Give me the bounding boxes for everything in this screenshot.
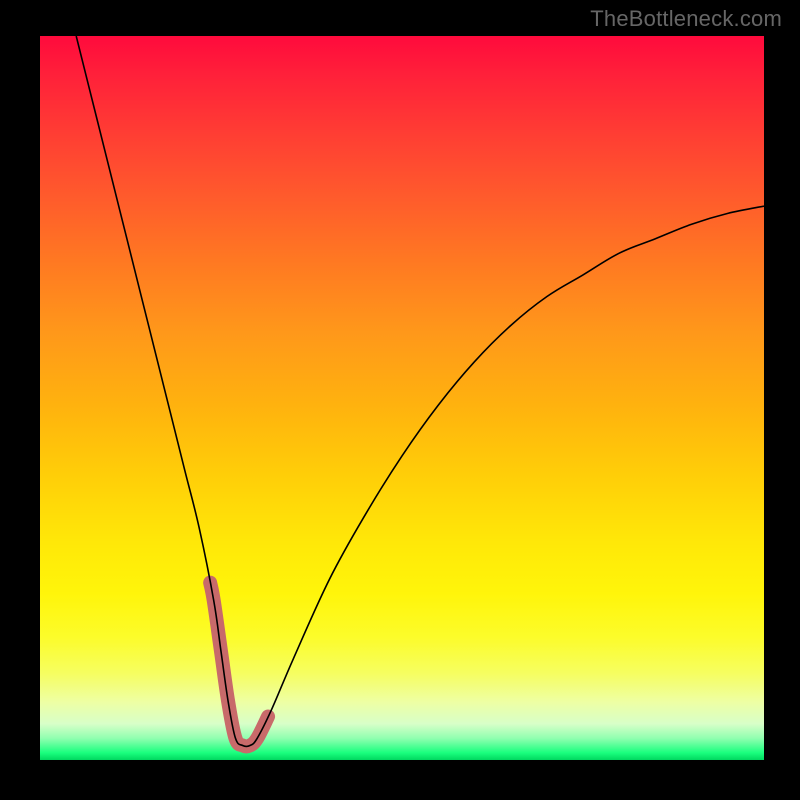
- curve-main-line: [76, 36, 764, 746]
- chart-svg: [40, 36, 764, 760]
- watermark-text: TheBottleneck.com: [590, 6, 782, 32]
- chart-frame: TheBottleneck.com: [0, 0, 800, 800]
- curve-highlight-segment: [210, 583, 268, 747]
